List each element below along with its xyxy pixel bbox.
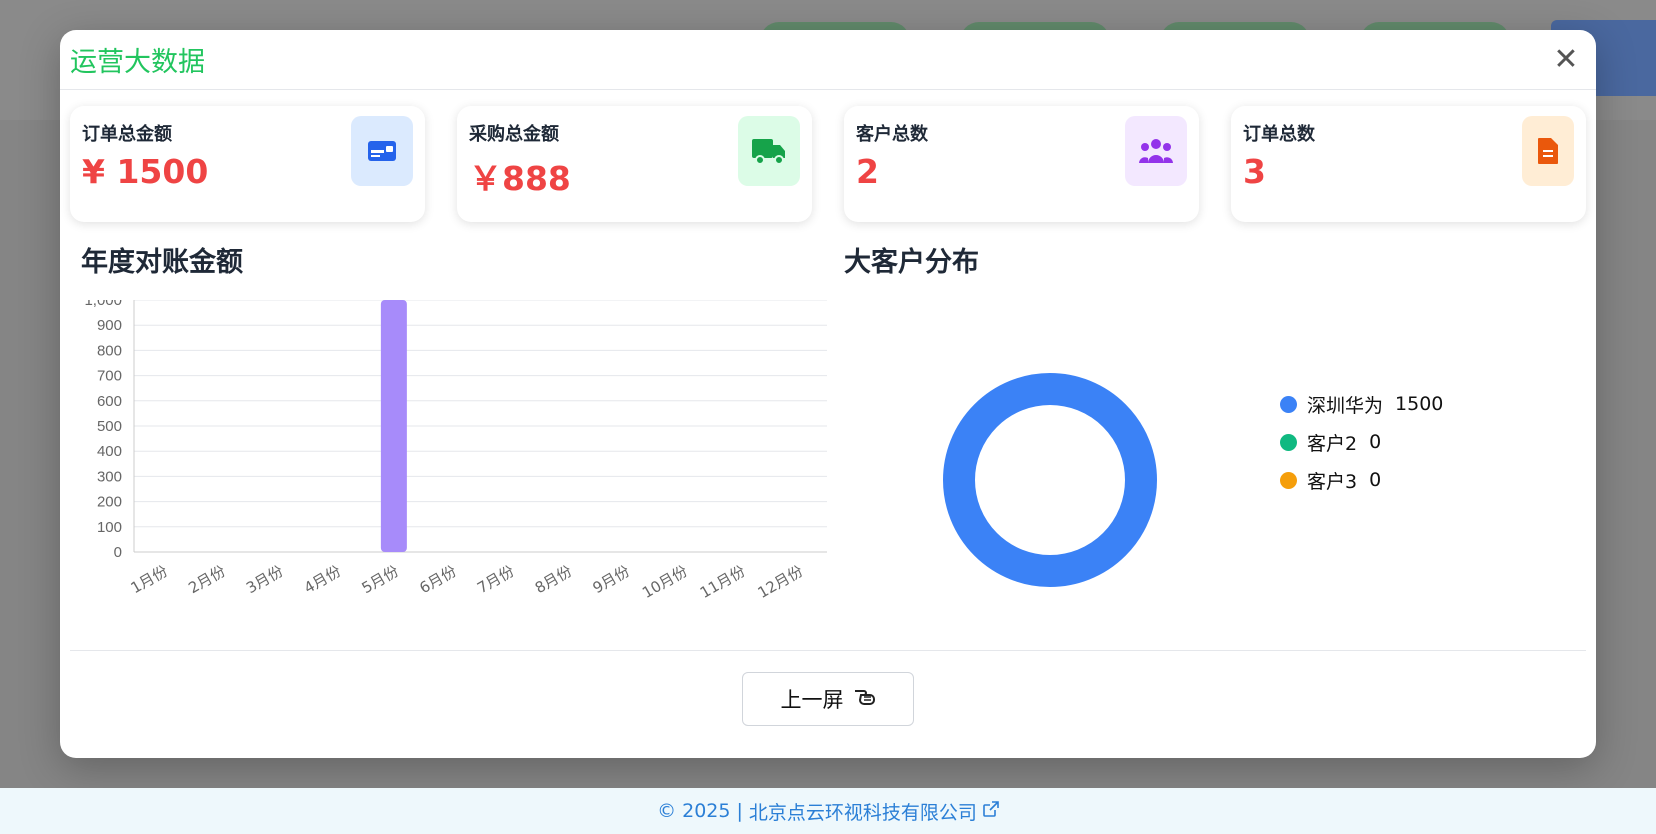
company-link[interactable]: 北京点云环视科技有限公司 (749, 798, 977, 825)
legend-label: 深圳华为 (1307, 394, 1384, 417)
bar (380, 300, 407, 552)
modal-header: 运营大数据 ✕ (60, 30, 1596, 90)
x-tick-label: 9月份 (590, 562, 633, 597)
stat-card-order-amount: 订单总金额 ¥ 1500 (70, 106, 425, 222)
document-icon (1522, 116, 1574, 186)
legend-dot (1280, 471, 1297, 489)
x-tick-label: 6月份 (416, 562, 459, 597)
stat-cards: 订单总金额 ¥ 1500 采购总金额 ￥888 客户总数 2 订单总数 3 (60, 90, 1596, 222)
bar-chart-svg: 0 100 200 300 400 500 600 700 800 900 1,000 1月份 2月份 3… (84, 292, 827, 602)
y-tick-label: 1,000 (84, 300, 122, 309)
legend-dot (1280, 395, 1297, 413)
pie-chart (900, 330, 1200, 630)
pie-legend: 深圳华为 1500 客户2 0 客户3 0 (1280, 385, 1443, 499)
x-tick-label: 3月份 (243, 562, 286, 597)
legend-value: 1500 (1395, 393, 1444, 415)
x-tick-label: 11月份 (697, 562, 749, 602)
previous-screen-label: 上一屏 (780, 688, 844, 712)
legend-value: 0 (1369, 469, 1382, 491)
x-tick-label: 5月份 (359, 562, 402, 597)
y-tick-label: 900 (97, 317, 122, 334)
operations-data-modal: 运营大数据 ✕ 订单总金额 ¥ 1500 采购总金额 ￥888 客户总数 2 订… (60, 30, 1596, 758)
legend-label: 客户3 (1307, 470, 1358, 493)
y-tick-label: 800 (97, 342, 122, 359)
bar-chart-title: 年度对账金额 (81, 247, 243, 278)
x-tick-label: 2月份 (185, 562, 228, 597)
y-tick-label: 200 (97, 494, 122, 511)
external-link-icon (983, 801, 999, 821)
hand-pointing-icon (854, 687, 876, 711)
legend-item[interactable]: 客户3 0 (1280, 461, 1443, 499)
page-footer: © 2025 | 北京点云环视科技有限公司 (0, 788, 1656, 834)
x-tick-label: 7月份 (474, 562, 517, 597)
users-icon (1125, 116, 1187, 186)
y-tick-label: 400 (97, 443, 122, 460)
x-tick-label: 1月份 (128, 562, 171, 597)
copyright-text: © 2025 (657, 800, 731, 822)
y-tick-label: 100 (97, 519, 122, 536)
x-tick-label: 12月份 (755, 562, 807, 602)
id-card-icon (351, 116, 413, 186)
y-tick-label: 600 (97, 393, 122, 410)
bar-chart: 0 100 200 300 400 500 600 700 800 900 1,000 1月份 2月份 3… (70, 292, 830, 670)
footer-separator: | (736, 800, 743, 822)
legend-item[interactable]: 客户2 0 (1280, 423, 1443, 461)
stat-card-customer-count: 客户总数 2 (844, 106, 1199, 222)
stat-card-purchase-amount: 采购总金额 ￥888 (457, 106, 812, 222)
x-tick-label: 8月份 (532, 562, 575, 597)
y-tick-label: 0 (114, 544, 122, 561)
close-button[interactable]: ✕ (1546, 42, 1586, 77)
y-tick-label: 700 (97, 368, 122, 385)
pie-chart-svg (943, 373, 1157, 587)
truck-icon (738, 116, 800, 186)
stat-card-order-count: 订单总数 3 (1231, 106, 1586, 222)
previous-screen-button[interactable]: 上一屏 (742, 672, 914, 726)
y-tick-label: 300 (97, 468, 122, 485)
legend-item[interactable]: 深圳华为 1500 (1280, 385, 1443, 423)
pie-chart-title: 大客户分布 (844, 247, 979, 278)
legend-label: 客户2 (1307, 432, 1358, 455)
footer-divider (70, 650, 1586, 651)
legend-value: 0 (1369, 431, 1382, 453)
x-tick-label: 4月份 (301, 562, 344, 597)
modal-title: 运营大数据 (70, 47, 205, 78)
y-tick-label: 500 (97, 418, 122, 435)
pie-slice (943, 373, 1157, 587)
x-tick-label: 10月份 (639, 562, 691, 602)
legend-dot (1280, 433, 1297, 451)
